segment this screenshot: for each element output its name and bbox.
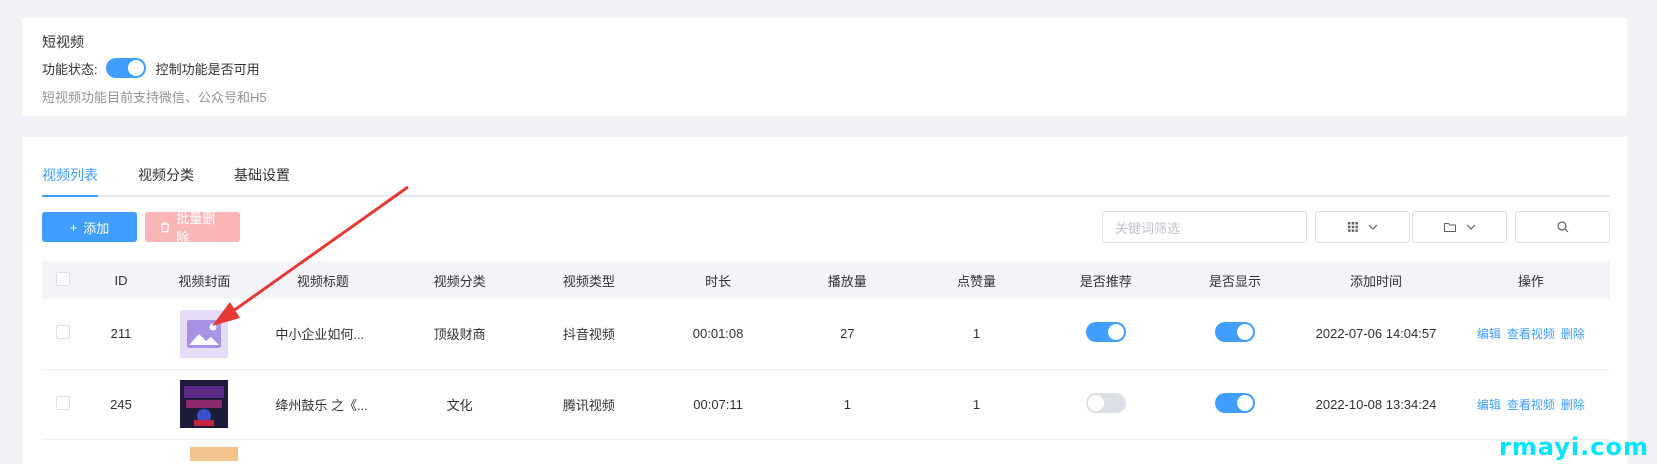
grid-icon xyxy=(1347,222,1358,232)
header-recommend: 是否推荐 xyxy=(1079,273,1132,289)
select-all-checkbox[interactable] xyxy=(56,271,71,286)
row-title: 中小企业如何... xyxy=(251,299,395,370)
header-category: 视频分类 xyxy=(433,273,486,289)
video-table: ID 视频封面 视频标题 视频分类 视频类型 时长 播放量 点赞量 是否推荐 是… xyxy=(42,261,1610,464)
video-cover-placeholder[interactable] xyxy=(180,309,229,358)
header-title: 视频标题 xyxy=(296,273,349,289)
add-button[interactable]: + 添加 xyxy=(42,212,137,242)
header-duration: 时长 xyxy=(705,273,732,289)
row-checkbox[interactable] xyxy=(56,395,71,410)
row-plays: 27 xyxy=(783,299,912,370)
feature-card: 短视频 功能状态: 控制功能是否可用 短视频功能目前支持微信、公众号和H5 xyxy=(22,18,1627,116)
trash-icon xyxy=(160,222,170,233)
header-plays: 播放量 xyxy=(827,273,867,289)
batch-delete-button[interactable]: 批量删除 xyxy=(145,211,240,245)
tab-basic-settings[interactable]: 基础设置 xyxy=(234,165,290,195)
poster-image xyxy=(180,380,229,428)
row-actions: 编辑 查看视频 删除 xyxy=(1451,369,1610,440)
row-duration: 00:07:11 xyxy=(652,369,784,440)
row-id: 211 xyxy=(84,299,158,370)
feature-status-switch[interactable] xyxy=(105,58,146,78)
row-id: 245 xyxy=(84,369,158,440)
status-label: 功能状态: xyxy=(42,61,98,77)
header-added-time: 添加时间 xyxy=(1349,273,1402,289)
delete-link[interactable]: 删除 xyxy=(1561,327,1585,341)
status-row: 功能状态: 控制功能是否可用 xyxy=(42,58,1607,78)
feature-title: 短视频 xyxy=(42,34,84,50)
recommend-switch[interactable] xyxy=(1085,322,1126,343)
row-likes: 1 xyxy=(911,369,1042,440)
folder-dropdown[interactable] xyxy=(1412,211,1507,243)
row-plays: 1 xyxy=(783,369,912,440)
status-hint: 控制功能是否可用 xyxy=(155,61,260,77)
row-category: 顶级财商 xyxy=(394,299,525,370)
row-type: 腾讯视频 xyxy=(524,369,653,440)
edit-link[interactable]: 编辑 xyxy=(1477,398,1501,412)
tab-bar: 视频列表 视频分类 基础设置 xyxy=(42,137,1610,197)
header-id: ID xyxy=(114,272,128,288)
header-likes: 点赞量 xyxy=(957,273,997,289)
video-cover-image[interactable] xyxy=(180,380,229,428)
header-visible: 是否显示 xyxy=(1209,273,1262,289)
delete-link[interactable]: 删除 xyxy=(1561,398,1585,412)
row-actions: 编辑 查看视频 删除 xyxy=(1451,299,1610,370)
search-icon xyxy=(1556,221,1568,233)
visible-switch[interactable] xyxy=(1215,392,1255,413)
search-button[interactable] xyxy=(1515,211,1610,243)
header-select-all[interactable] xyxy=(42,261,85,299)
row-checkbox[interactable] xyxy=(56,325,71,340)
row-added-time: 2022-10-08 13:34:24 xyxy=(1300,369,1452,440)
chevron-down-icon xyxy=(1368,224,1377,230)
row-title: 绛州鼓乐 之《... xyxy=(251,369,395,440)
row-category: 文化 xyxy=(394,369,525,440)
keyword-search-input[interactable]: 关键词筛选 xyxy=(1102,211,1307,243)
view-mode-dropdown[interactable] xyxy=(1315,211,1410,243)
partial-cover-image xyxy=(190,446,238,461)
table-row: 245 绛州鼓乐 之《... 文化 腾讯视频 00:07:11 1 1 2022… xyxy=(42,369,1610,440)
row-likes: 1 xyxy=(911,299,1042,370)
table-row: 211 中小企业如何... 顶级财商 抖音视频 00:01:08 27 1 20… xyxy=(42,299,1610,370)
table-row xyxy=(42,439,1610,464)
watermark: rmayi.com xyxy=(1498,433,1649,461)
row-duration: 00:01:08 xyxy=(652,299,784,370)
toolbar: + 添加 批量删除 关键词筛选 xyxy=(42,211,1610,245)
row-added-time: 2022-07-06 14:04:57 xyxy=(1300,299,1452,370)
row-type: 抖音视频 xyxy=(524,299,653,370)
tab-video-list[interactable]: 视频列表 xyxy=(42,165,98,197)
video-card: 视频列表 视频分类 基础设置 + 添加 批量删除 关键词筛选 ID 视频封面 视… xyxy=(22,137,1627,464)
header-cover: 视频封面 xyxy=(178,273,231,289)
visible-switch[interactable] xyxy=(1215,322,1255,343)
tab-video-category[interactable]: 视频分类 xyxy=(138,165,194,195)
recommend-switch[interactable] xyxy=(1085,392,1126,413)
header-actions: 操作 xyxy=(1517,273,1544,289)
header-type: 视频类型 xyxy=(562,273,615,289)
feature-description: 短视频功能目前支持微信、公众号和H5 xyxy=(42,90,267,105)
edit-link[interactable]: 编辑 xyxy=(1477,327,1501,341)
plus-icon: + xyxy=(69,219,78,235)
folder-icon xyxy=(1443,223,1456,232)
image-placeholder-icon xyxy=(187,319,222,348)
view-video-link[interactable]: 查看视频 xyxy=(1507,327,1555,341)
chevron-down-icon xyxy=(1466,224,1475,230)
add-button-label: 添加 xyxy=(83,220,110,236)
table-header-row: ID 视频封面 视频标题 视频分类 视频类型 时长 播放量 点赞量 是否推荐 是… xyxy=(42,261,1610,299)
batch-delete-label: 批量删除 xyxy=(176,211,216,245)
view-video-link[interactable]: 查看视频 xyxy=(1507,398,1555,412)
